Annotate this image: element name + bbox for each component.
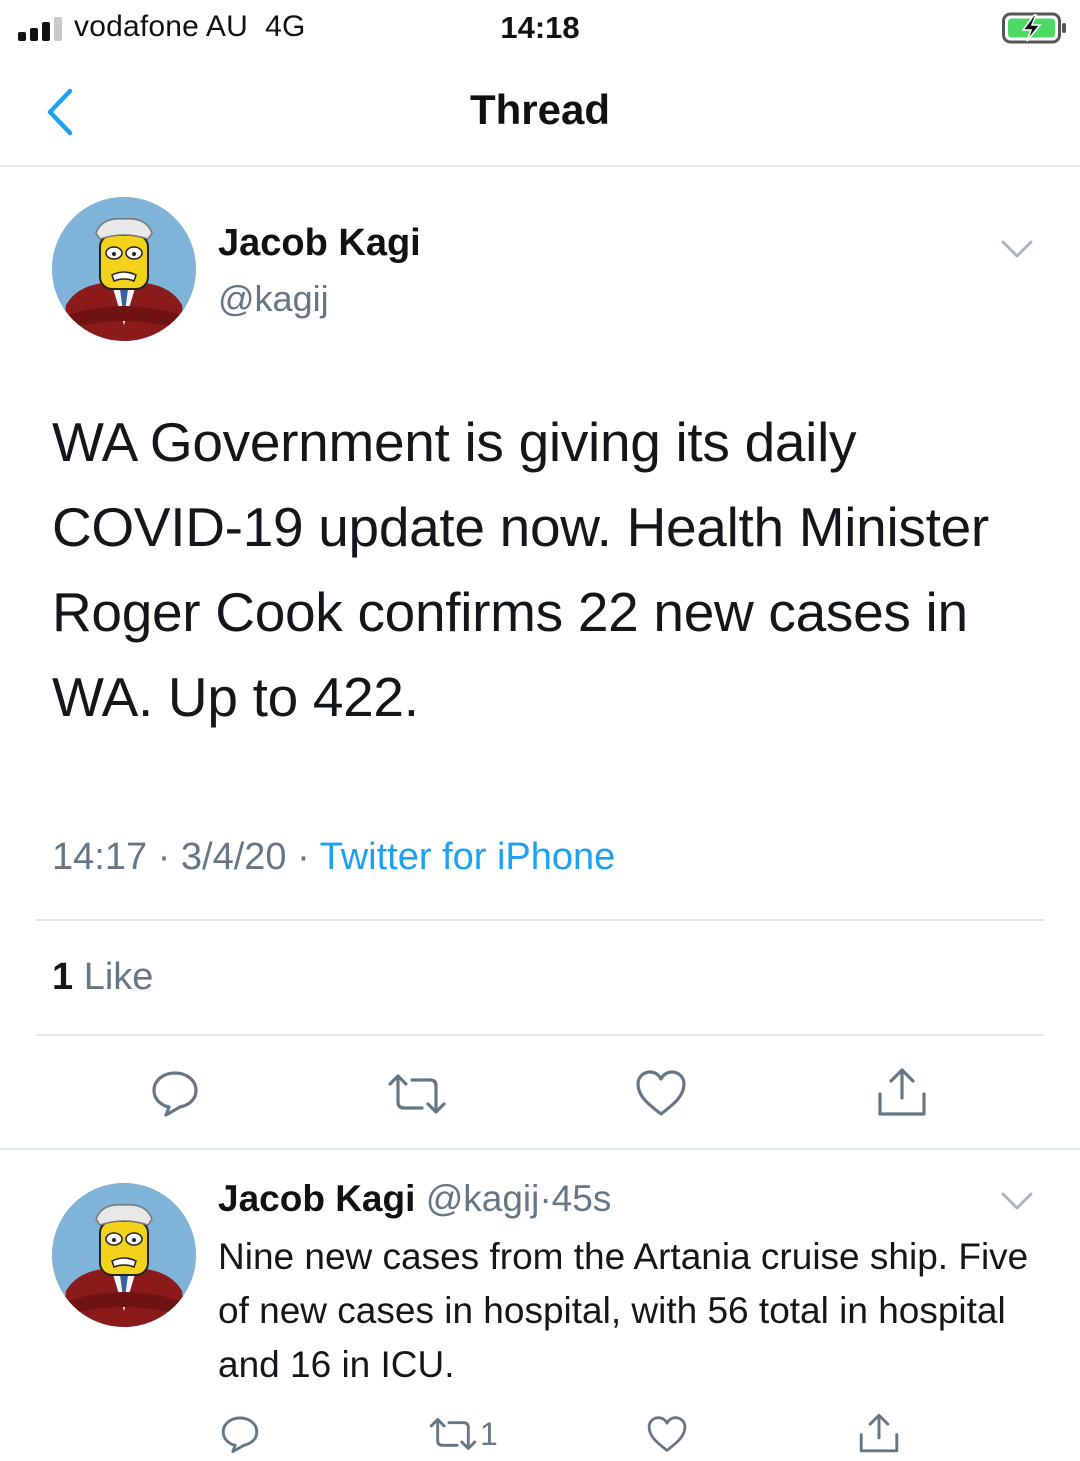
tweet-date: 3/4/20 [180,836,287,878]
divider [36,919,1044,921]
chevron-down-icon[interactable] [1000,1190,1034,1212]
tweet-source-link[interactable]: Twitter for iPhone [320,836,616,878]
reply-bubble-icon [221,1416,259,1454]
tweet-time: 14:17 [52,836,148,878]
share-button[interactable] [858,1412,900,1454]
heart-icon [636,1070,686,1116]
author-handle[interactable]: @kagij [218,278,329,320]
reply-author-handle[interactable]: @kagij [426,1178,540,1219]
like-count: 1 [52,956,74,998]
cartoon-avatar-image [52,197,196,341]
tweet-text: WA Government is giving its daily COVID-… [52,411,989,728]
share-icon [878,1068,926,1116]
battery-charging-icon [1002,12,1066,44]
like-label: Like [83,956,154,998]
meta-separator: · [539,1178,552,1219]
chevron-down-icon[interactable] [1000,238,1034,260]
status-time: 14:18 [500,10,580,45]
reply-age: 45s [551,1178,612,1219]
likes-summary[interactable]: 1 Like [52,956,153,999]
share-button[interactable] [876,1066,928,1118]
like-button[interactable] [646,1414,688,1454]
reply-bubble-icon [152,1071,198,1117]
reply-button[interactable] [220,1414,260,1454]
tweet-metadata: 14:17 · 3/4/20 · Twitter for iPhone [52,836,615,879]
heart-icon [647,1416,687,1452]
retweet-button[interactable]: 1 [428,1414,498,1454]
retweet-icon [429,1418,477,1450]
reply-author-name[interactable]: Jacob Kagi [218,1178,415,1219]
author-avatar[interactable] [52,197,196,341]
reply-author-avatar[interactable] [52,1183,196,1327]
reply-header: Jacob Kagi @kagij·45s [218,1178,611,1220]
like-button[interactable] [634,1068,688,1118]
status-bar: vodafone AU 4G 14:18 [0,0,1080,60]
retweet-button[interactable] [386,1070,448,1118]
cartoon-avatar-image [52,1183,196,1327]
divider [36,1034,1044,1036]
meta-separator: · [297,836,310,878]
divider [0,1148,1080,1150]
page-title: Thread [469,86,611,133]
retweet-icon [388,1074,446,1114]
meta-separator: · [157,836,171,878]
reply-button[interactable] [150,1068,200,1118]
retweet-count: 1 [480,1415,498,1452]
share-icon [859,1413,899,1453]
author-name[interactable]: Jacob Kagi [218,222,421,265]
navigation-bar: Thread [0,60,1080,167]
reply-tweet-text: Nine new cases from the Artania cruise s… [218,1236,1029,1385]
